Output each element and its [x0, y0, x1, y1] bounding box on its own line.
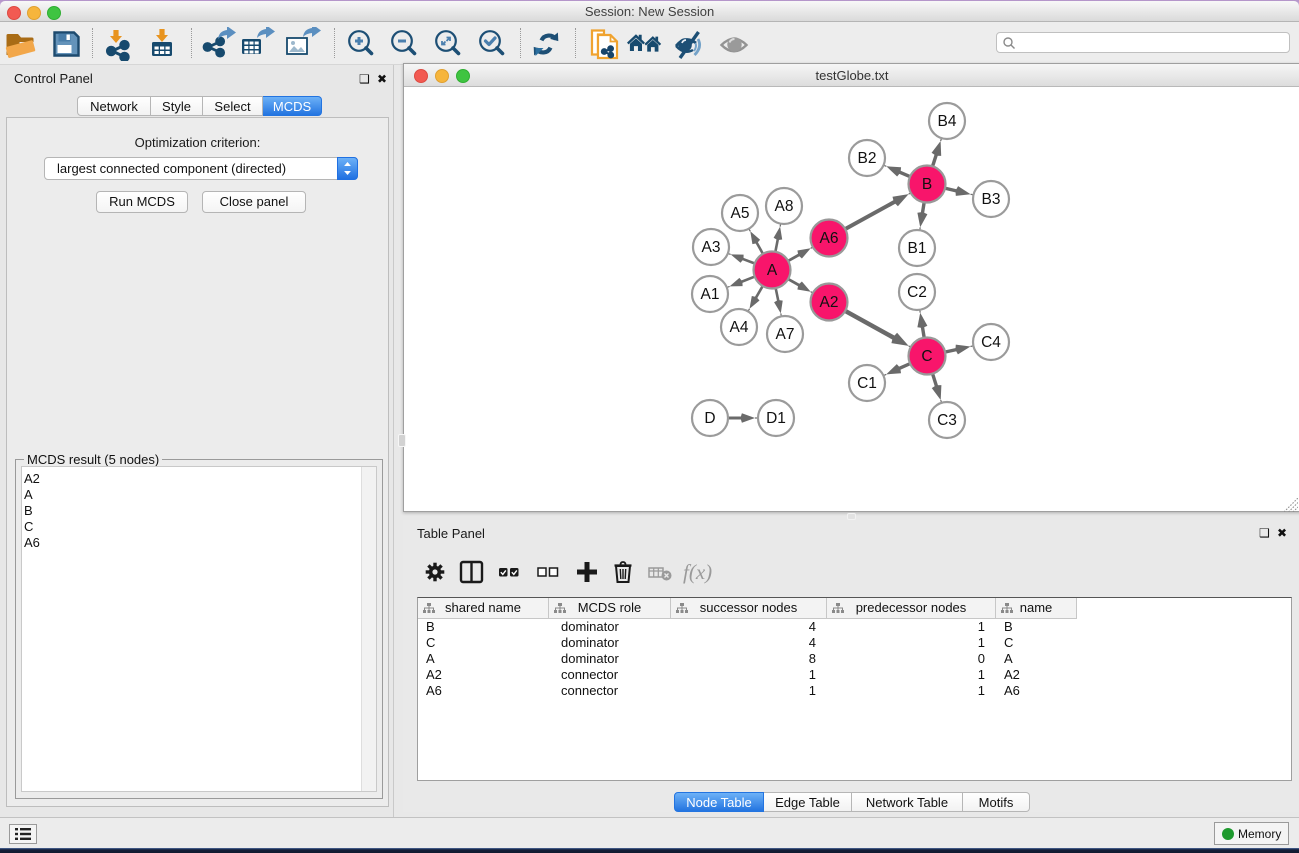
svg-text:A3: A3	[702, 239, 721, 256]
svg-text:A1: A1	[701, 286, 720, 303]
svg-text:B: B	[922, 176, 932, 193]
svg-text:C1: C1	[857, 375, 877, 392]
svg-text:C2: C2	[907, 284, 927, 301]
svg-text:A7: A7	[776, 326, 795, 343]
svg-text:D1: D1	[766, 410, 786, 427]
svg-text:D: D	[704, 410, 715, 427]
svg-text:B1: B1	[908, 240, 927, 257]
svg-text:A6: A6	[820, 230, 839, 247]
svg-text:C: C	[921, 348, 932, 365]
svg-text:A: A	[767, 262, 778, 279]
svg-text:C3: C3	[937, 412, 957, 429]
svg-text:A5: A5	[731, 205, 750, 222]
svg-text:A4: A4	[730, 319, 749, 336]
svg-text:C4: C4	[981, 334, 1001, 351]
svg-text:A8: A8	[775, 198, 794, 215]
svg-text:A2: A2	[820, 294, 839, 311]
svg-text:B2: B2	[858, 150, 877, 167]
svg-text:B3: B3	[982, 191, 1001, 208]
svg-text:B4: B4	[938, 113, 957, 130]
